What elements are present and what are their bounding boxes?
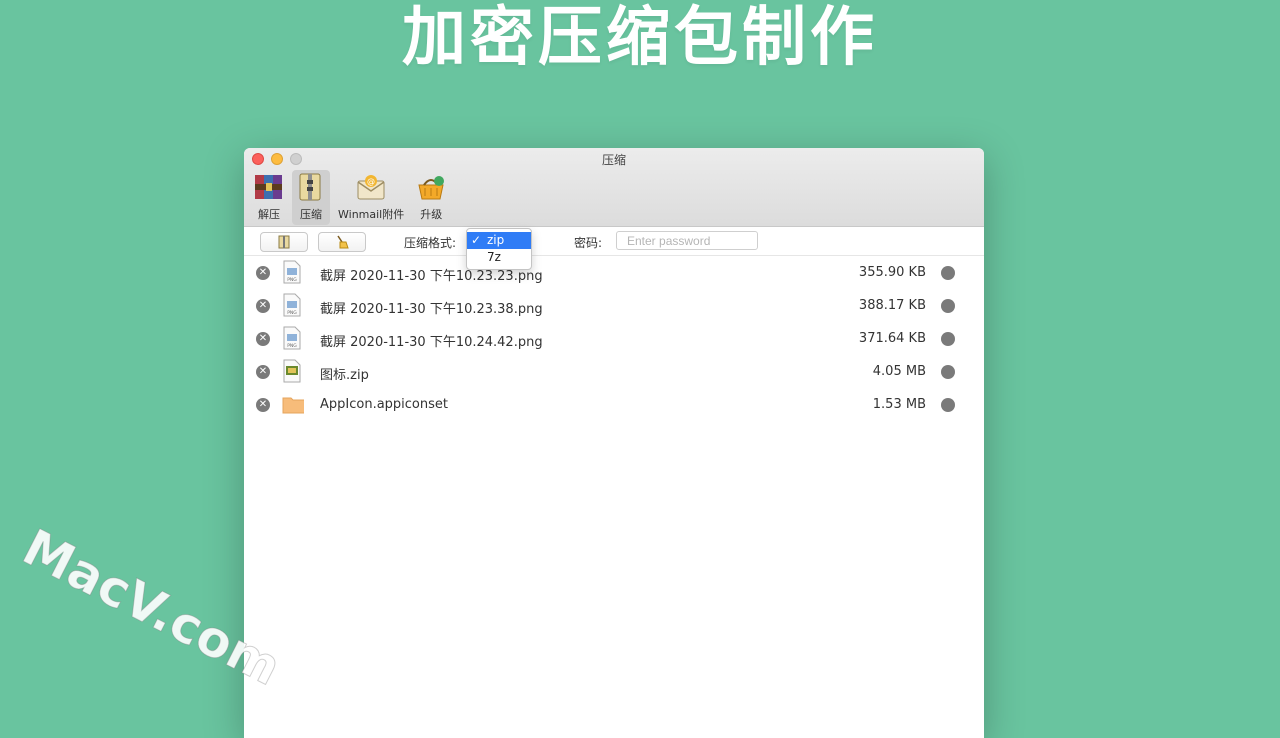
compress-zipper-icon	[299, 173, 321, 201]
format-label: 压缩格式:	[404, 236, 457, 250]
file-row[interactable]: ✕ PNG 截屏 2020-11-30 下午10.24.42.png 371.6…	[244, 322, 984, 355]
file-row[interactable]: ✕ PNG 截屏 2020-11-30 下午10.23.38.png 388.1…	[244, 289, 984, 322]
broom-icon	[337, 235, 349, 249]
preview-magnifier-icon[interactable]	[941, 266, 955, 280]
file-name: 图标.zip	[320, 368, 369, 383]
svg-text:PNG: PNG	[287, 277, 297, 283]
toolbar-label: 解压	[258, 208, 280, 221]
file-list: ✕ PNG 截屏 2020-11-30 下午10.23.23.png 355.9…	[244, 256, 984, 421]
file-row[interactable]: ✕ AppIcon.appiconset 1.53 MB	[244, 388, 984, 421]
remove-file-icon[interactable]: ✕	[256, 299, 270, 313]
remove-file-icon[interactable]: ✕	[256, 398, 270, 412]
format-option-label: zip	[487, 233, 505, 247]
remove-file-icon[interactable]: ✕	[256, 365, 270, 379]
svg-text:@: @	[367, 177, 375, 186]
zip-file-icon	[283, 359, 301, 383]
compress-small-icon	[278, 235, 290, 249]
preview-magnifier-icon[interactable]	[941, 332, 955, 346]
format-dropdown-menu: ✓ zip 7z	[466, 228, 532, 270]
format-option-zip[interactable]: ✓ zip	[467, 232, 531, 249]
preview-magnifier-icon[interactable]	[941, 398, 955, 412]
compress-window: 压缩 解压 压缩 @ Winmail附件 升级 压缩格式: 密码: Enter …	[244, 148, 984, 738]
mail-envelope-icon: @	[357, 175, 385, 200]
format-option-label: 7z	[487, 250, 501, 264]
titlebar: 压缩 解压 压缩 @ Winmail附件 升级	[244, 148, 984, 227]
svg-text:PNG: PNG	[287, 343, 297, 349]
remove-file-icon[interactable]: ✕	[256, 266, 270, 280]
file-name: AppIcon.appiconset	[320, 397, 448, 412]
file-row[interactable]: ✕ PNG 截屏 2020-11-30 下午10.23.23.png 355.9…	[244, 256, 984, 289]
toolbar-label: 升级	[420, 208, 443, 221]
preview-magnifier-icon[interactable]	[941, 365, 955, 379]
format-option-7z[interactable]: 7z	[467, 249, 531, 266]
checkmark-icon: ✓	[471, 233, 482, 247]
png-file-icon: PNG	[283, 293, 301, 317]
file-size: 371.64 KB	[858, 331, 926, 346]
toolbar: 解压 压缩 @ Winmail附件 升级	[250, 170, 450, 225]
add-files-button[interactable]	[260, 232, 308, 252]
toolbar-label: 压缩	[300, 208, 322, 221]
toolbar-compress-button[interactable]: 压缩	[292, 170, 330, 225]
password-label: 密码:	[574, 236, 603, 250]
file-size: 1.53 MB	[872, 397, 926, 412]
file-name: 截屏 2020-11-30 下午10.24.42.png	[320, 335, 543, 350]
toolbar-decompress-button[interactable]: 解压	[250, 170, 288, 225]
svg-text:PNG: PNG	[287, 310, 297, 316]
folder-icon	[282, 397, 304, 414]
basket-icon	[418, 176, 445, 200]
toolbar-upgrade-button[interactable]: 升级	[412, 170, 450, 225]
toolbar-label: Winmail附件	[338, 208, 405, 221]
file-name: 截屏 2020-11-30 下午10.23.38.png	[320, 302, 543, 317]
headline: 加密压缩包制作	[402, 1, 878, 75]
file-size: 4.05 MB	[872, 364, 926, 379]
password-input[interactable]	[616, 231, 758, 250]
clear-list-button[interactable]	[318, 232, 366, 252]
remove-file-icon[interactable]: ✕	[256, 332, 270, 346]
file-size: 355.90 KB	[858, 265, 926, 280]
window-title: 压缩	[601, 153, 626, 167]
png-file-icon: PNG	[283, 260, 301, 284]
toolbar-winmail-button[interactable]: @ Winmail附件	[334, 170, 408, 225]
file-size: 388.17 KB	[858, 298, 926, 313]
archive-books-icon	[255, 175, 282, 199]
options-bar: 压缩格式: 密码:	[244, 227, 984, 256]
png-file-icon: PNG	[283, 326, 301, 350]
preview-magnifier-icon[interactable]	[941, 299, 955, 313]
file-row[interactable]: ✕ 图标.zip 4.05 MB	[244, 355, 984, 388]
